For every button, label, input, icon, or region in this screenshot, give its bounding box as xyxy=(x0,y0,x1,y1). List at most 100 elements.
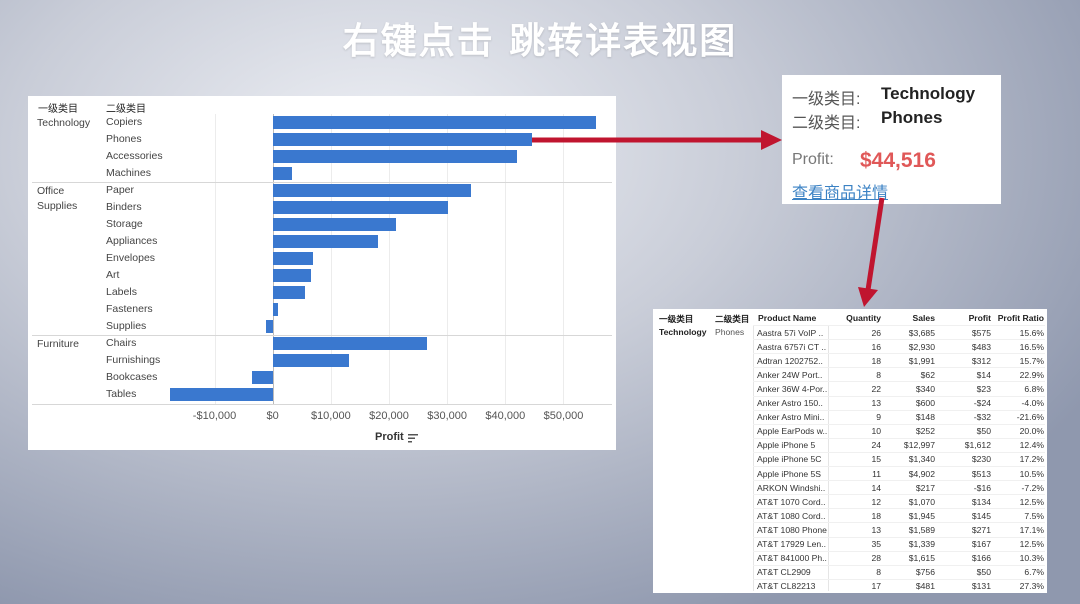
subcategory-label[interactable]: Machines xyxy=(106,165,151,182)
product-name-cell[interactable]: Apple iPhone 5S xyxy=(757,469,829,479)
bar-accessories[interactable] xyxy=(272,150,517,163)
profit-ratio-cell: -7.2% xyxy=(1021,482,1044,493)
subcategory-label[interactable]: Tables xyxy=(106,386,136,403)
subcategory-label[interactable]: Fasteners xyxy=(106,301,153,318)
subcategory-label[interactable]: Labels xyxy=(106,284,137,301)
sales-cell: $62 xyxy=(920,369,935,380)
product-name-cell[interactable]: Anker 24W Port.. xyxy=(757,370,829,380)
subcategory-label[interactable]: Paper xyxy=(106,182,134,199)
table-row xyxy=(753,578,1045,580)
subcategory-label[interactable]: Bookcases xyxy=(106,369,157,386)
product-name-cell[interactable]: Adtran 1202752.. xyxy=(757,356,829,366)
subcategory-label[interactable]: Furnishings xyxy=(106,352,160,369)
product-name-cell[interactable]: AT&T 1080 Phone xyxy=(757,525,829,535)
profit-bar-chart[interactable]: 一级类目 二级类目 Profit -$10,000 $0 $10,000 $20,00… xyxy=(28,96,616,450)
subcategory-label[interactable]: Binders xyxy=(106,199,142,216)
detail-table[interactable]: 一级类目 二级类目 Product Name Quantity Sales Pr… xyxy=(653,309,1047,593)
profit-cell: -$24 xyxy=(973,398,991,408)
table-row xyxy=(753,423,1045,425)
bar-machines[interactable] xyxy=(272,167,293,180)
product-name-cell[interactable]: Apple EarPods w.. xyxy=(757,426,829,436)
detail-header-quantity[interactable]: Quantity xyxy=(831,313,881,323)
column-header-level2: 二级类目 xyxy=(106,104,146,115)
profit-ratio-cell: 27.3% xyxy=(1019,581,1044,592)
profit-cell: $1,612 xyxy=(964,440,991,451)
subcategory-label[interactable]: Envelopes xyxy=(106,250,155,267)
subcategory-label[interactable]: Supplies xyxy=(106,318,146,335)
product-name-cell[interactable]: Anker Astro Mini.. xyxy=(757,412,829,422)
sales-cell: $1,615 xyxy=(908,553,935,564)
bar-phones[interactable] xyxy=(272,133,532,146)
subcategory-label[interactable]: Accessories xyxy=(106,148,163,165)
product-name-cell[interactable]: AT&T CL82213 xyxy=(757,581,829,591)
bar-copiers[interactable] xyxy=(272,116,597,129)
profit-cell: $513 xyxy=(971,468,991,479)
table-row xyxy=(753,381,1045,383)
bar-fasteners[interactable] xyxy=(272,303,279,316)
category-label[interactable]: Technology xyxy=(37,116,99,131)
detail-header-sales[interactable]: Sales xyxy=(885,313,935,323)
product-name-cell[interactable]: AT&T 1080 Cord.. xyxy=(757,511,829,521)
tooltip-level1-label: 一级类目: xyxy=(792,91,861,108)
subcategory-label[interactable]: Storage xyxy=(106,216,143,233)
profit-cell: -$16 xyxy=(973,482,991,493)
profit-cell: $134 xyxy=(971,496,991,507)
product-name-cell[interactable]: Aastra 57i VoIP .. xyxy=(757,328,829,338)
profit-ratio-cell: 20.0% xyxy=(1019,426,1044,437)
table-row xyxy=(753,522,1045,524)
subcategory-label[interactable]: Appliances xyxy=(106,233,157,250)
bar-art[interactable] xyxy=(272,269,311,282)
bar-tables[interactable] xyxy=(169,388,273,401)
table-row xyxy=(753,536,1045,538)
detail-header-profit-ratio[interactable]: Profit Ratio xyxy=(993,313,1044,323)
plot-area[interactable] xyxy=(168,114,610,404)
subcategory-label[interactable]: Copiers xyxy=(106,114,142,131)
subcategory-label[interactable]: Chairs xyxy=(106,335,136,352)
product-name-cell[interactable]: AT&T 1070 Cord.. xyxy=(757,497,829,507)
profit-cell: $166 xyxy=(971,553,991,564)
detail-header-level1: 一级类目 xyxy=(659,314,694,324)
product-name-cell[interactable]: Apple iPhone 5C xyxy=(757,454,829,464)
view-product-details-link[interactable]: 查看商品详情 xyxy=(792,179,888,203)
product-name-cell[interactable]: Anker Astro 150.. xyxy=(757,398,829,408)
bar-chairs[interactable] xyxy=(272,337,428,350)
bar-supplies[interactable] xyxy=(265,320,273,333)
product-name-cell[interactable]: Aastra 6757i CT .. xyxy=(757,342,829,352)
product-name-cell[interactable]: AT&T CL2909 xyxy=(757,567,829,577)
detail-header-product[interactable]: Product Name xyxy=(758,313,816,323)
sales-cell: $252 xyxy=(915,426,935,437)
product-name-cell[interactable]: AT&T 17929 Len.. xyxy=(757,539,829,549)
product-name-cell[interactable]: ARKON Windshi.. xyxy=(757,483,829,493)
bar-paper[interactable] xyxy=(272,184,471,197)
table-row xyxy=(753,339,1045,341)
product-name-cell[interactable]: Apple iPhone 5 xyxy=(757,440,829,450)
sales-cell: $1,945 xyxy=(908,510,935,521)
table-row xyxy=(753,466,1045,467)
column-header-level1: 一级类目 xyxy=(38,104,78,115)
gridline xyxy=(214,114,216,404)
sort-descending-icon[interactable] xyxy=(408,433,418,443)
quantity-cell: 13 xyxy=(871,524,881,535)
category-label[interactable]: Furniture xyxy=(37,337,99,352)
bar-binders[interactable] xyxy=(272,201,449,214)
subcategory-label[interactable]: Art xyxy=(106,267,119,284)
bar-storage[interactable] xyxy=(272,218,397,231)
profit-ratio-cell: 6.8% xyxy=(1024,383,1044,394)
x-tick-label: $10,000 xyxy=(310,410,351,422)
bar-bookcases[interactable] xyxy=(252,371,273,384)
product-name-cell[interactable]: Anker 36W 4-Por.. xyxy=(757,384,829,394)
bar-furnishings[interactable] xyxy=(272,354,349,367)
product-name-cell[interactable]: AT&T 841000 Ph.. xyxy=(757,553,829,563)
quantity-cell: 24 xyxy=(871,440,881,451)
subcategory-label[interactable]: Phones xyxy=(106,131,142,148)
x-axis-title[interactable]: Profit xyxy=(375,431,404,443)
bar-envelopes[interactable] xyxy=(272,252,314,265)
table-row xyxy=(753,437,1045,439)
category-label[interactable]: Office Supplies xyxy=(37,184,99,214)
bar-appliances[interactable] xyxy=(272,235,379,248)
detail-header-profit[interactable]: Profit xyxy=(943,313,991,323)
sales-cell: $756 xyxy=(915,567,935,578)
table-row xyxy=(753,353,1045,355)
bar-labels[interactable] xyxy=(272,286,305,299)
profit-cell: $131 xyxy=(971,581,991,592)
